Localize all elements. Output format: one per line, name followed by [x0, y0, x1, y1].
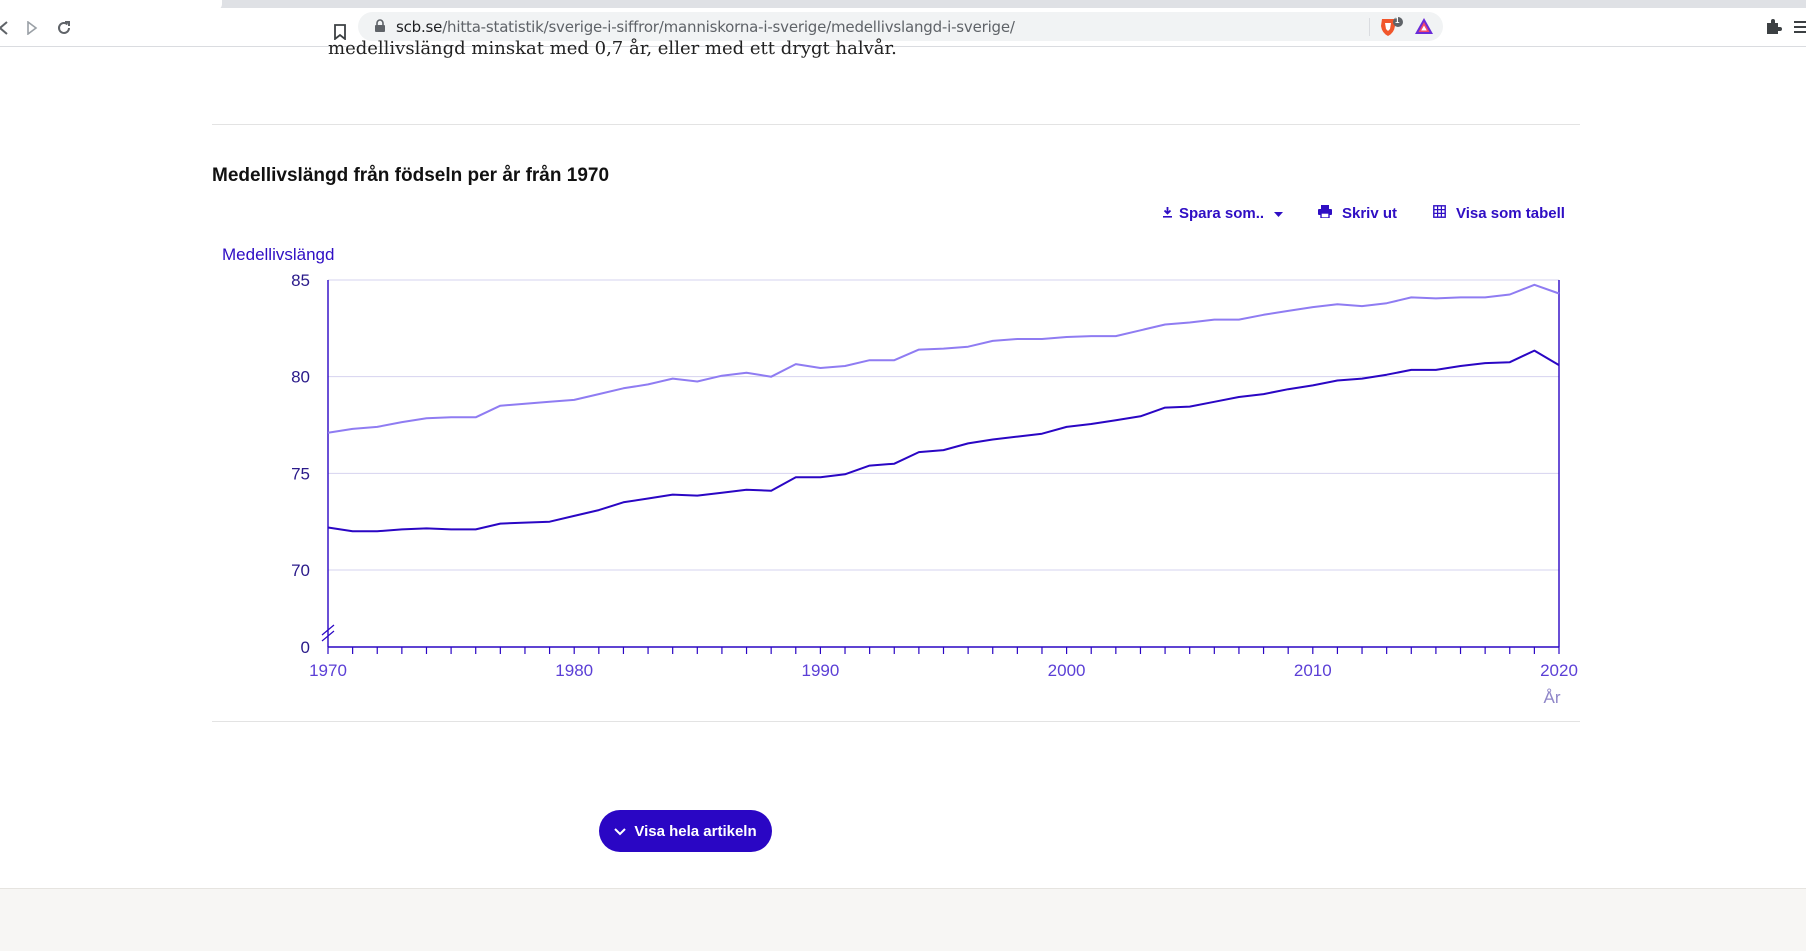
show-full-article-label: Visa hela artikeln [634, 822, 757, 840]
x-axis-label: År [1544, 688, 1561, 707]
show-full-article-button[interactable]: Visa hela artikeln [599, 810, 772, 852]
x-tick-label-1990: 1990 [801, 661, 839, 680]
x-tick-label-2020: 2020 [1540, 661, 1578, 680]
y-tick-label-70: 70 [291, 561, 310, 580]
y-tick-label-85: 85 [291, 271, 310, 290]
x-tick-label-2000: 2000 [1048, 661, 1086, 680]
x-tick-label-1980: 1980 [555, 661, 593, 680]
series-line-2 [327, 349, 1560, 533]
series-line-1 [327, 283, 1560, 434]
line-chart: 0 70 75 80 85 1970 1980 1990 2000 2010 2020 År [291, 271, 1578, 707]
x-tick-label-2010: 2010 [1294, 661, 1332, 680]
x-tick-label-1970: 1970 [309, 661, 347, 680]
y-tick-label-80: 80 [291, 368, 310, 387]
y-tick-label-75: 75 [291, 464, 310, 483]
page-footer [0, 888, 1806, 951]
y-tick-label-0: 0 [301, 638, 310, 657]
section-divider-bottom [212, 721, 1580, 722]
chevron-down-icon [614, 823, 627, 840]
